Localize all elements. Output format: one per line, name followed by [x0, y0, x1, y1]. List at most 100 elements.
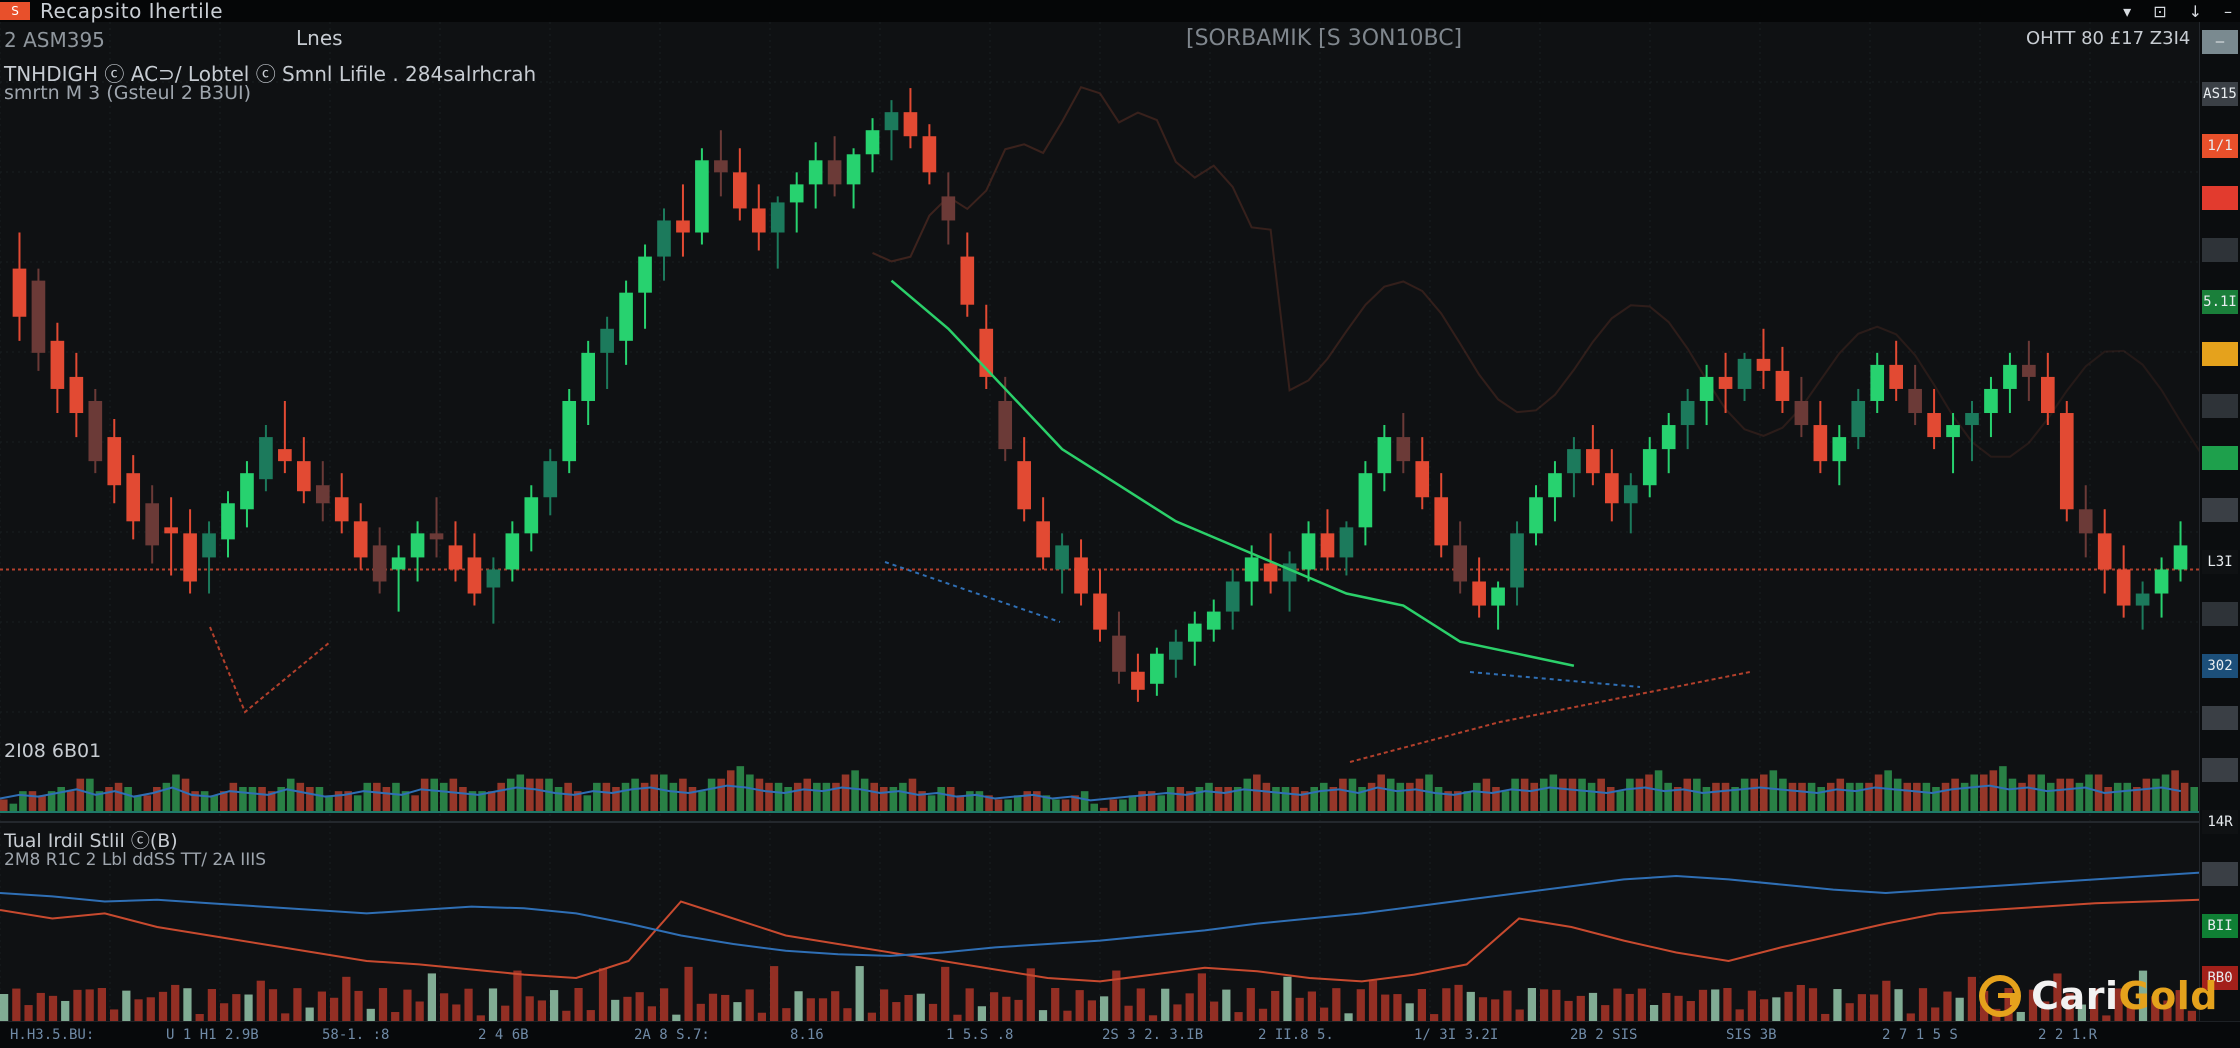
volume-bar [363, 782, 372, 812]
volume-bar [1922, 782, 1931, 812]
volume-bar [248, 787, 257, 812]
candle [69, 352, 84, 438]
candle-body [467, 557, 482, 594]
candle-body [1472, 581, 1486, 606]
volume-bar [1635, 778, 1644, 812]
candle-body [1320, 533, 1335, 558]
oscillator-bar [574, 988, 583, 1022]
oscillator-bar [1650, 1004, 1659, 1022]
volume-bar [1291, 787, 1299, 812]
candle-body [1093, 593, 1107, 630]
volume-bar [1463, 791, 1472, 812]
oscillator-bar [1870, 994, 1879, 1022]
minimize-icon[interactable]: – [2224, 2, 2232, 21]
volume-bar [1128, 795, 1137, 812]
volume-bar [114, 782, 123, 812]
price-scale[interactable]: — AS15 1/1 5.1I L3I 302 14R BII BB0 [2199, 22, 2240, 1022]
oscillator-bar [818, 998, 828, 1022]
volume-bar [497, 782, 505, 812]
candle [1984, 376, 1998, 438]
volume-bar [956, 795, 965, 812]
oscillator-bar [831, 991, 840, 1022]
oscillator-bar [1711, 989, 1720, 1022]
candle [2022, 340, 2036, 401]
oscillator-bar [1124, 1005, 1133, 1022]
candle [1434, 473, 1449, 558]
oscillator-bar [513, 970, 522, 1022]
candle-body [1263, 563, 1278, 582]
download-icon[interactable]: ↓ [2189, 2, 2202, 21]
candle-body [695, 160, 709, 233]
candle [1055, 533, 1069, 594]
candle-body [922, 136, 937, 173]
time-axis-label: 1 5.S .8 [946, 1027, 1014, 1043]
volume-bar [1061, 799, 1070, 812]
oscillator-bar [806, 998, 815, 1022]
volume-bar [899, 782, 907, 812]
candle-body [733, 172, 747, 209]
volume-bar [1243, 778, 1252, 812]
candle-body [221, 503, 235, 540]
volume-bar [1807, 782, 1816, 812]
volume-bar [506, 778, 515, 812]
oscillator-bar [427, 973, 436, 1022]
candle-body [1187, 623, 1202, 642]
candle [1586, 425, 1600, 486]
volume-bar [1846, 782, 1854, 812]
volume-bar [1090, 803, 1098, 812]
candle [1339, 521, 1354, 576]
oscillator-bar [598, 968, 608, 1022]
oscillator-bar [183, 988, 192, 1022]
candle [846, 148, 861, 209]
oscillator-bar [1283, 976, 1292, 1022]
volume-bar [487, 791, 496, 812]
candle [259, 425, 273, 492]
volume-bar [1855, 782, 1864, 812]
price-chart[interactable] [0, 22, 2200, 1022]
app-icon[interactable]: S [0, 2, 30, 20]
candle-body [1131, 671, 1145, 690]
volume-bar [430, 778, 438, 812]
price-scale-tag [2202, 706, 2238, 730]
candle-body [903, 112, 918, 137]
candle-body [1870, 364, 1885, 401]
oscillator-bar [1576, 995, 1585, 1022]
candle [1567, 437, 1581, 498]
carigold-logo: CariGold [1979, 974, 2218, 1018]
volume-bar [1989, 770, 1998, 812]
candle-body [12, 268, 27, 317]
trend-line-red-left [209, 626, 331, 714]
dropdown-icon[interactable]: ▾ [2123, 2, 2131, 21]
candle-body [2154, 569, 2169, 594]
price-scale-tag [2202, 498, 2238, 522]
candle-body [1908, 388, 1922, 414]
time-axis[interactable]: H.H3.5.BU: U 1 H1 2.9B 58-1. :8 2 4 6B 2A 8 … [0, 1021, 2240, 1048]
oscillator-bar [12, 988, 21, 1022]
candle-body [126, 473, 141, 522]
candle-body [1301, 533, 1316, 570]
oscillator-bar [1955, 997, 1964, 1022]
oscillator-bar [24, 1005, 33, 1022]
oscillator-bar [1564, 1000, 1573, 1022]
tab-lines[interactable]: Lnes [296, 26, 343, 50]
oscillator-bar [122, 990, 131, 1022]
volume-bar [516, 774, 525, 812]
candle [1775, 346, 1790, 414]
candle [1320, 509, 1335, 570]
volume-bar [2142, 778, 2151, 812]
volume-bar [937, 787, 945, 812]
chart-grid [0, 22, 2200, 1022]
oscillator-bar [1601, 1005, 1610, 1022]
volume-bar [746, 774, 754, 812]
oscillator-bar [1405, 1003, 1414, 1022]
volume-bar [1530, 782, 1538, 812]
oscillator-bar [1258, 1008, 1268, 1022]
time-axis-label: SIS 3B [1726, 1027, 1777, 1043]
candle [278, 400, 292, 474]
candle [12, 232, 27, 341]
volume-bar [306, 787, 314, 812]
volume-bar [229, 782, 238, 812]
volume-bar [1664, 782, 1672, 812]
layout-icon[interactable]: ⊡ [2153, 2, 2166, 21]
volume-bar [679, 778, 687, 812]
